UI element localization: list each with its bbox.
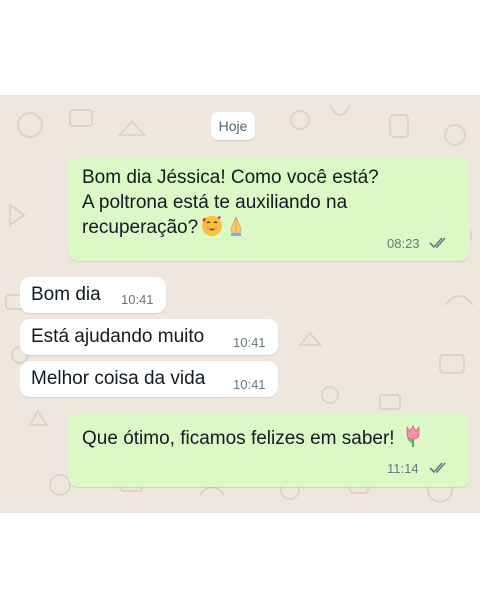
message-text-line-1: Bom dia Jéssica! Como você está? xyxy=(82,167,379,188)
message-time: 10:41 xyxy=(233,335,266,350)
message-text: Bom dia xyxy=(31,284,101,305)
message-time: 10:41 xyxy=(121,292,154,307)
message-text-line-3-text: recuperação? xyxy=(82,217,199,238)
smiling-face-with-hearts-icon xyxy=(201,215,223,244)
message-incoming-2[interactable]: Está ajudando muito 10:41 xyxy=(20,319,278,355)
folded-hands-icon xyxy=(226,215,246,244)
message-time: 08:23 xyxy=(387,236,420,251)
message-text: Que ótimo, ficamos felizes em saber! xyxy=(82,424,423,455)
read-receipt-icon xyxy=(429,237,446,249)
message-incoming-3[interactable]: Melhor coisa da vida 10:41 xyxy=(20,361,278,397)
message-text-line-3: recuperação? xyxy=(82,215,246,244)
chat-area[interactable]: Hoje Bom dia Jéssica! Como você está? A … xyxy=(0,95,480,513)
message-outgoing-1[interactable]: Bom dia Jéssica! Como você está? A poltr… xyxy=(68,157,470,261)
message-outgoing-2[interactable]: Que ótimo, ficamos felizes em saber! 11:… xyxy=(68,413,470,487)
message-time: 11:14 xyxy=(387,461,419,476)
message-text-line-2: A poltrona está te auxiliando na xyxy=(82,192,348,213)
message-text-content: Que ótimo, ficamos felizes em saber! xyxy=(82,428,395,449)
read-receipt-icon xyxy=(429,462,446,474)
message-incoming-1[interactable]: Bom dia 10:41 xyxy=(20,277,166,313)
message-text: Melhor coisa da vida xyxy=(31,368,206,389)
message-time: 10:41 xyxy=(233,377,266,392)
message-text: Está ajudando muito xyxy=(31,326,205,347)
date-divider: Hoje xyxy=(211,112,255,140)
tulip-icon xyxy=(403,424,423,455)
